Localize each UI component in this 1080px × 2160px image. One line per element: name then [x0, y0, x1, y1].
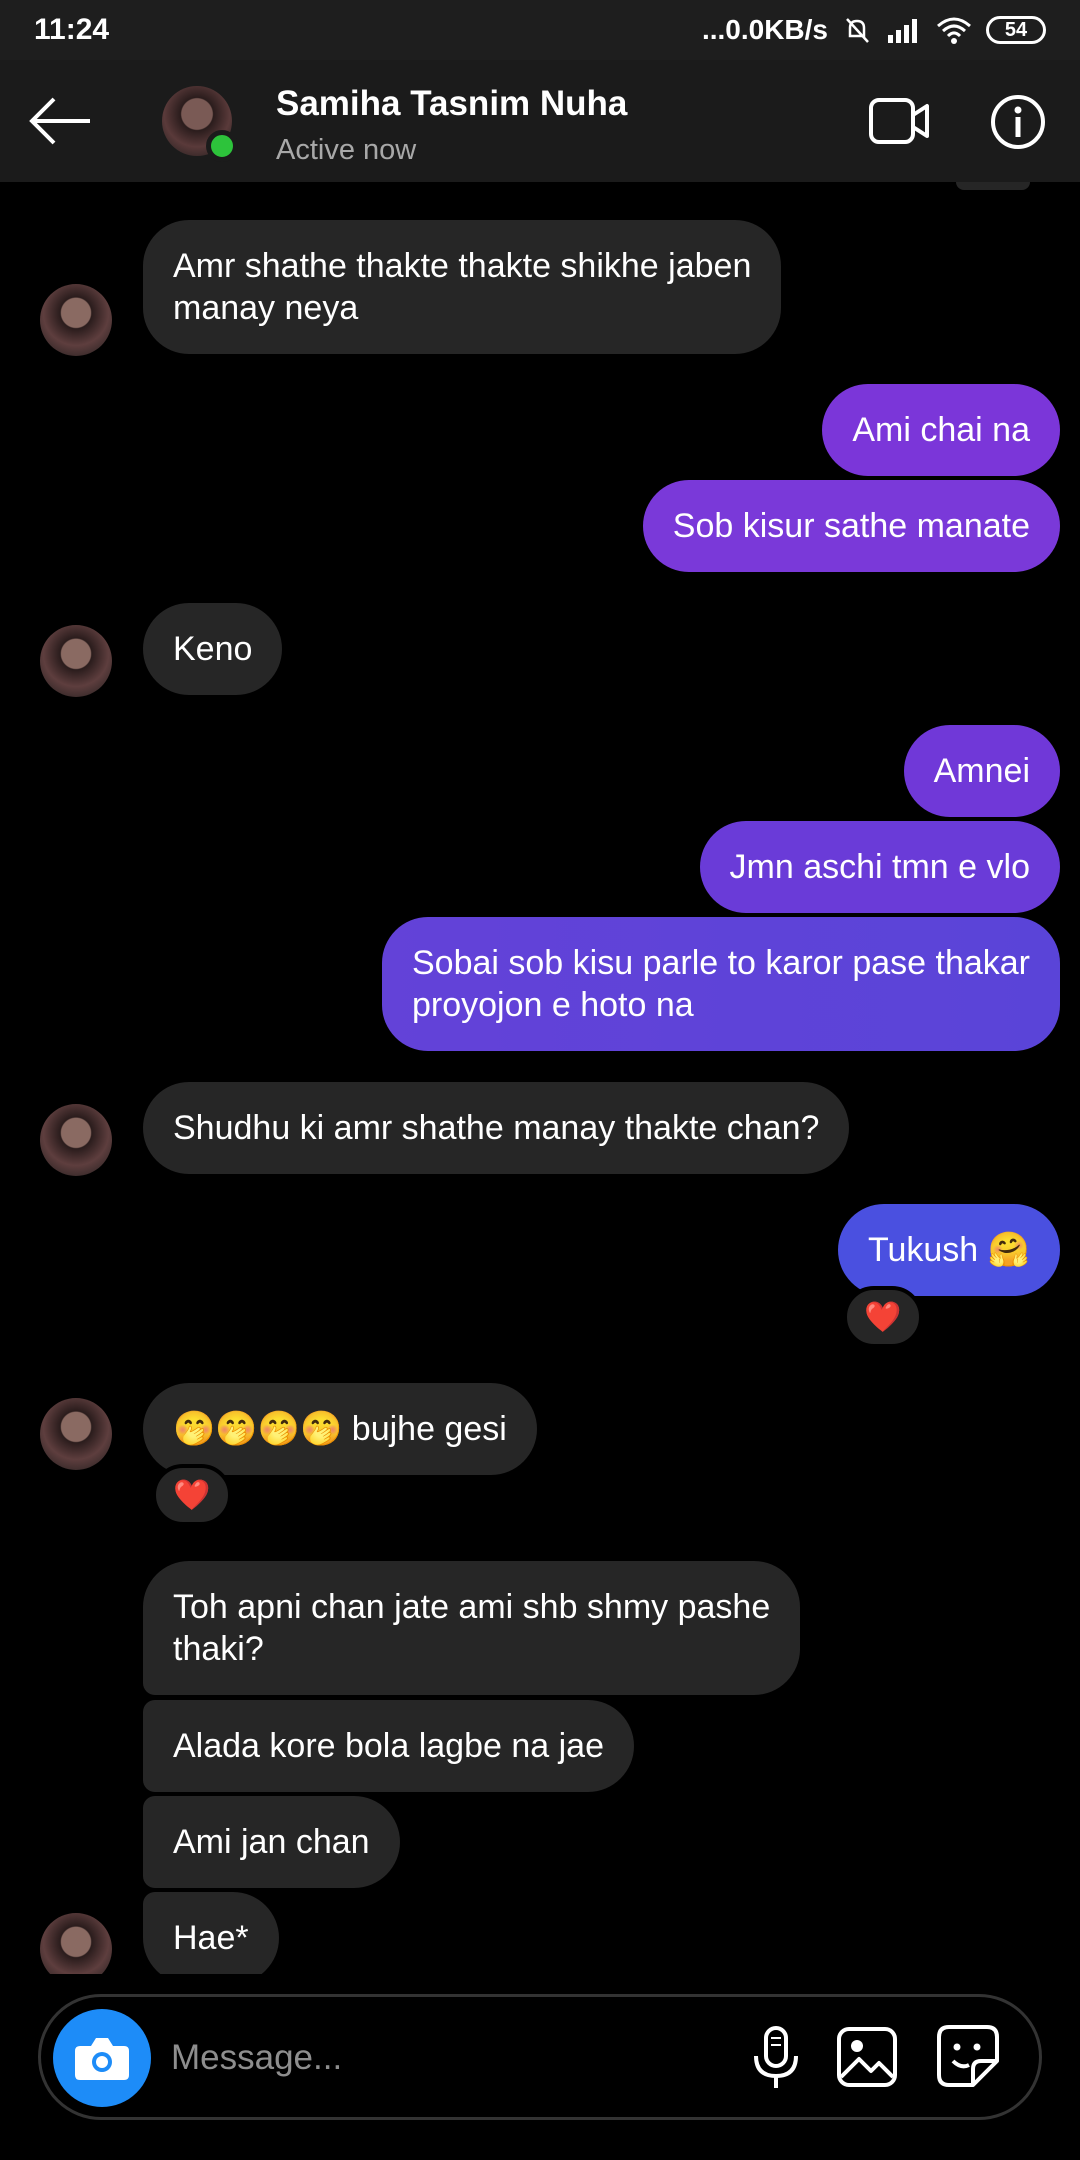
- wifi-icon: [937, 17, 971, 44]
- message-bubble-outgoing[interactable]: Sobai sob kisu parle to karor pase thaka…: [381, 917, 1060, 1051]
- message-bubble-outgoing[interactable]: Tukush 🤗: [837, 1204, 1060, 1296]
- camera-button[interactable]: [53, 2009, 151, 2107]
- chat-header: Samiha Tasnim Nuha Active now: [0, 60, 1080, 182]
- message-bubble-incoming[interactable]: 🤭🤭🤭🤭 bujhe gesi: [143, 1383, 537, 1475]
- contact-name[interactable]: Samiha Tasnim Nuha: [276, 84, 627, 124]
- message-thread[interactable]: Amr shathe thakte thakte shikhe jaben ma…: [0, 182, 1080, 1974]
- mute-icon: [846, 18, 869, 43]
- battery-level: 54: [1004, 18, 1028, 41]
- signal-icon: [888, 19, 917, 43]
- message-bubble-incoming[interactable]: Hae*: [143, 1892, 279, 1974]
- status-bar: 11:24 ...0.0KB/s 54: [0, 0, 1080, 60]
- sticker-icon[interactable]: [935, 2023, 1001, 2089]
- reaction-emoji: ❤️: [173, 1478, 211, 1512]
- message-bubble-incoming[interactable]: Keno: [143, 603, 283, 695]
- message-bubble-incoming[interactable]: Alada kore bola lagbe na jae: [143, 1700, 634, 1792]
- camera-icon: [75, 2038, 129, 2080]
- reaction-emoji: ❤️: [864, 1300, 902, 1334]
- message-input[interactable]: [171, 2027, 731, 2089]
- video-call-icon[interactable]: [868, 94, 930, 148]
- status-time: 11:24: [34, 13, 110, 46]
- gallery-icon[interactable]: [835, 2025, 899, 2089]
- message-bubble-incoming[interactable]: Toh apni chan jate ami shb shmy pashe th…: [143, 1561, 801, 1695]
- message-bubble-incoming[interactable]: Ami jan chan: [143, 1796, 400, 1888]
- microphone-icon[interactable]: [741, 2023, 811, 2093]
- sender-avatar[interactable]: [40, 1913, 112, 1974]
- sender-avatar[interactable]: [40, 625, 112, 697]
- message-composer: [38, 1994, 1042, 2120]
- online-indicator: [206, 130, 238, 162]
- heart-reaction[interactable]: ❤️: [843, 1286, 923, 1348]
- previous-message-bubble: [956, 182, 1030, 190]
- sender-avatar[interactable]: [40, 1398, 112, 1470]
- message-bubble-incoming[interactable]: Amr shathe thakte thakte shikhe jaben ma…: [143, 220, 782, 354]
- sender-avatar[interactable]: [40, 1104, 112, 1176]
- message-bubble-outgoing[interactable]: Ami chai na: [822, 384, 1060, 476]
- message-bubble-outgoing[interactable]: Jmn aschi tmn e vlo: [699, 821, 1060, 913]
- network-speed: ...0.0KB/s: [701, 14, 828, 45]
- status-icons: ...0.0KB/s 54: [702, 14, 1046, 46]
- contact-status: Active now: [276, 134, 417, 166]
- message-bubble-outgoing[interactable]: Amnei: [903, 725, 1060, 817]
- heart-reaction[interactable]: ❤️: [152, 1464, 232, 1526]
- sender-avatar[interactable]: [40, 284, 112, 356]
- message-bubble-outgoing[interactable]: Sob kisur sathe manate: [642, 480, 1060, 572]
- battery-icon: 54: [986, 16, 1046, 44]
- message-bubble-incoming[interactable]: Shudhu ki amr shathe manay thakte chan?: [143, 1082, 850, 1174]
- info-icon[interactable]: [990, 94, 1046, 150]
- back-arrow-icon[interactable]: [28, 95, 94, 147]
